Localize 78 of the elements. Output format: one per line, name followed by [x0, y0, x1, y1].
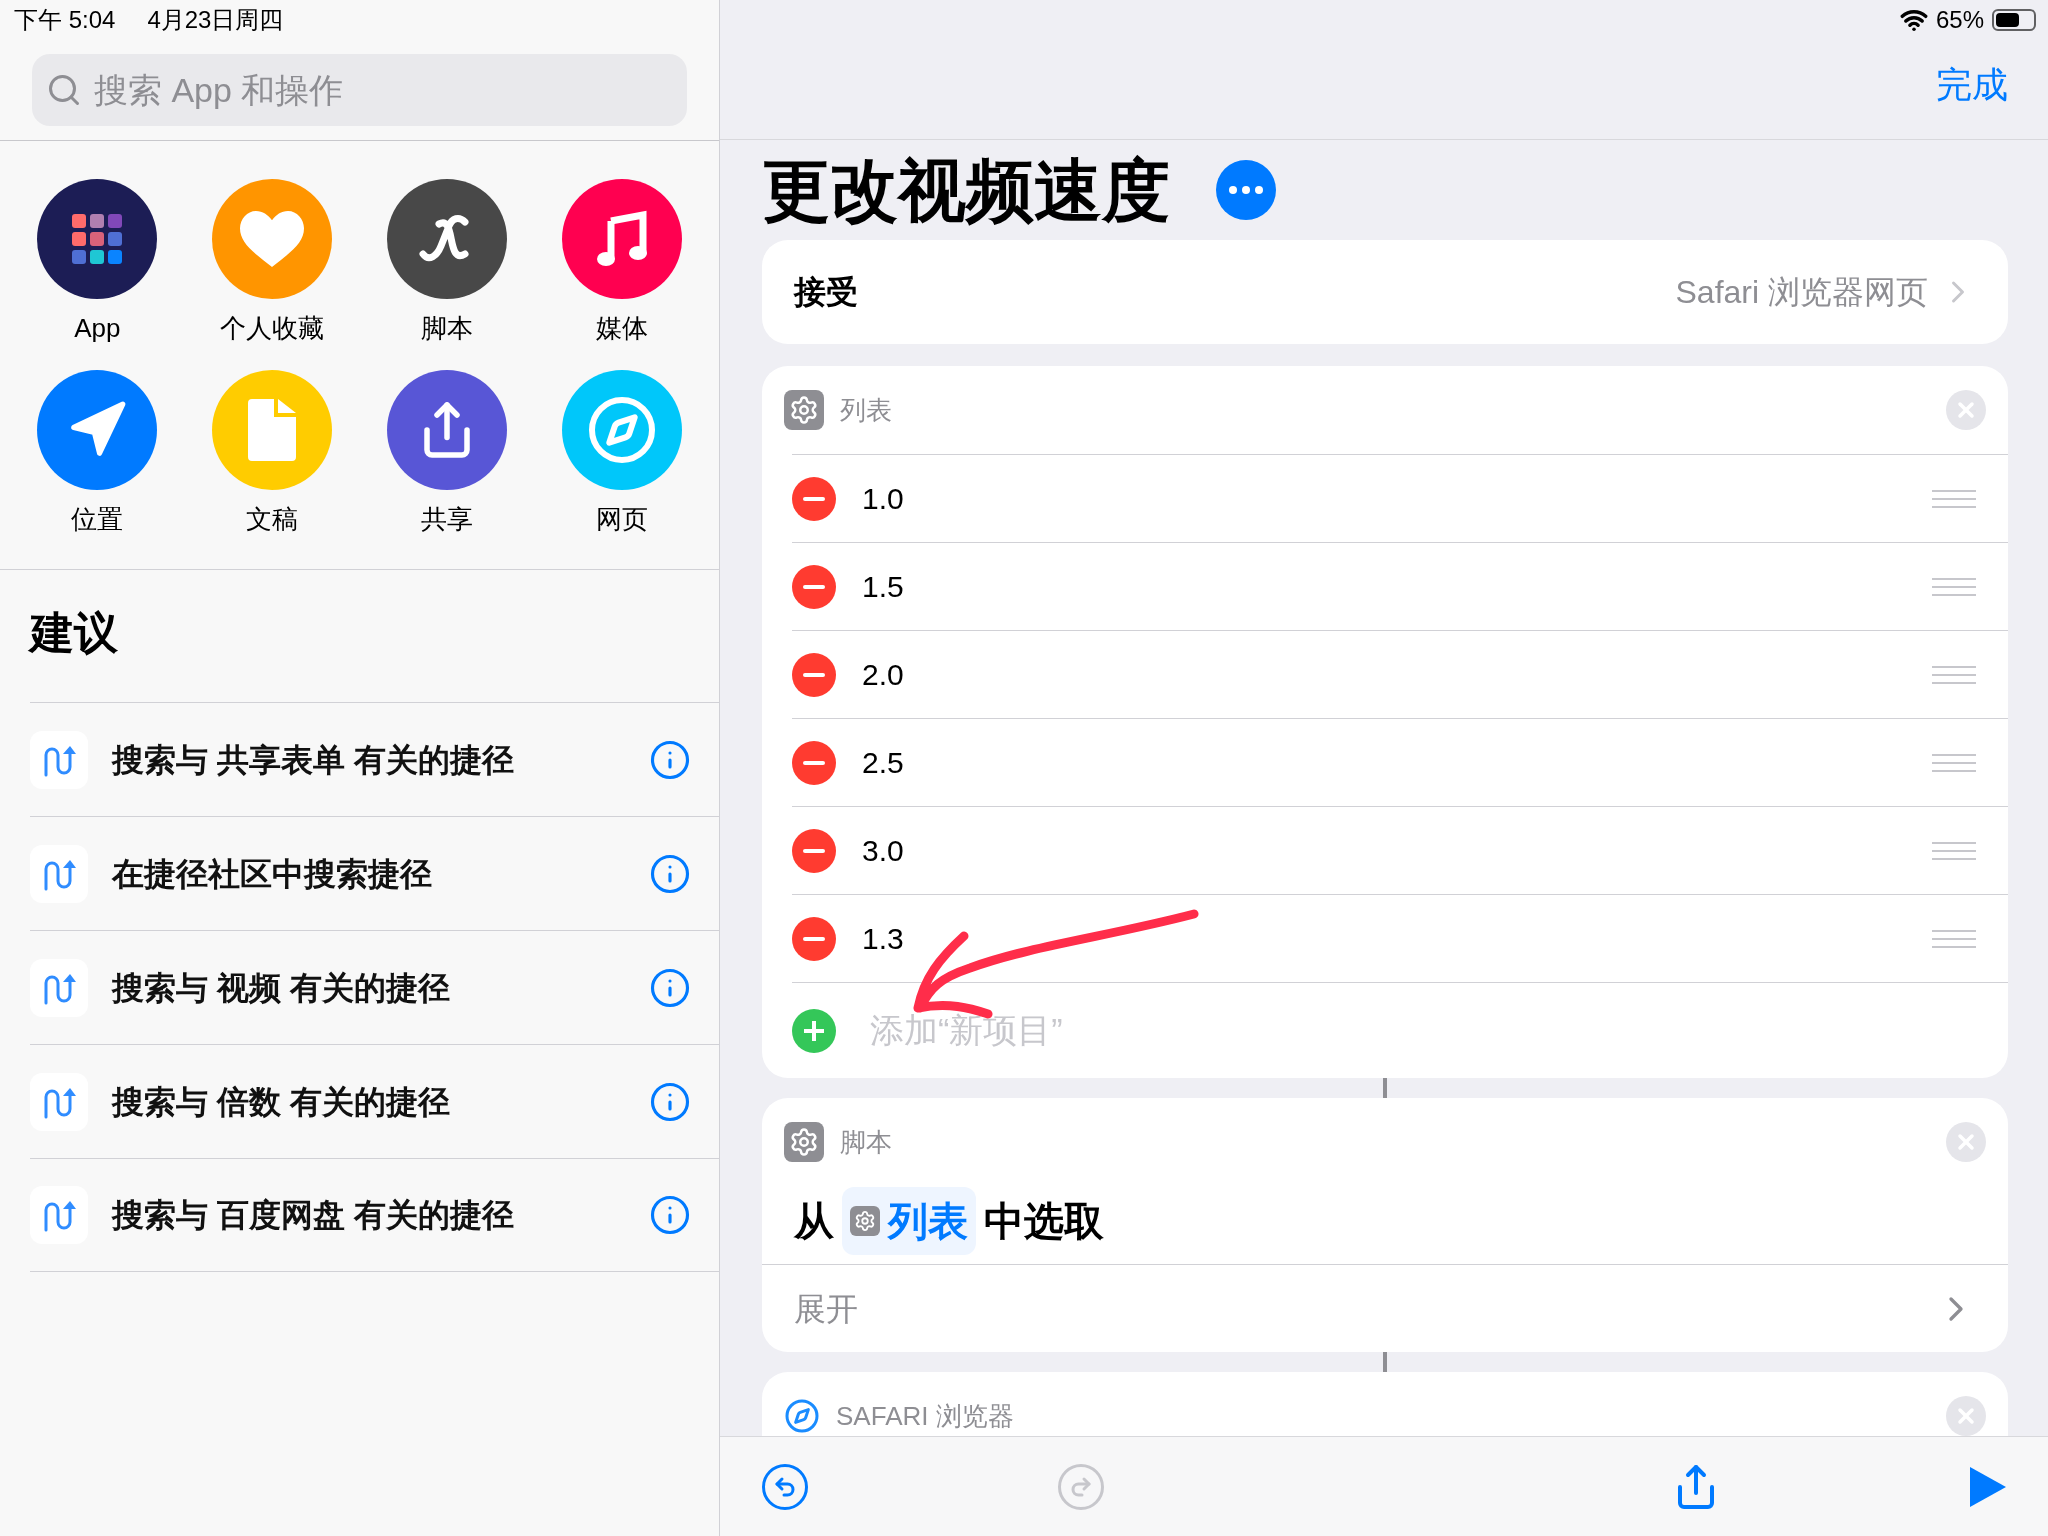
category-label: 共享: [420, 503, 473, 536]
info-icon[interactable]: [649, 738, 691, 781]
app-grid-icon: [72, 214, 123, 264]
drag-handle-icon[interactable]: [1932, 840, 1976, 861]
action-category: 脚本: [840, 1125, 892, 1159]
list-item-value: 3.0: [862, 833, 904, 869]
suggestion-item[interactable]: 搜索与 视频 有关的捷径: [30, 930, 719, 1044]
drag-handle-icon[interactable]: [1932, 576, 1976, 597]
remove-item-button[interactable]: [792, 740, 836, 785]
category-label: App: [74, 312, 121, 345]
shortcut-icon: [30, 1072, 88, 1131]
shortcut-icon: [30, 958, 88, 1017]
heart-icon: [240, 211, 305, 267]
play-icon[interactable]: [1970, 1466, 2006, 1507]
suggestion-item[interactable]: 搜索与 百度网盘 有关的捷径: [30, 1158, 719, 1272]
category-label: 脚本: [420, 312, 473, 345]
category-label: 网页: [595, 503, 648, 536]
plus-icon: [802, 1018, 826, 1043]
list-item-value: 2.5: [862, 745, 904, 781]
drag-handle-icon[interactable]: [1932, 664, 1976, 685]
battery-icon: [1992, 9, 2036, 31]
variable-token[interactable]: 列表: [842, 1187, 976, 1255]
section-heading: 建议: [30, 608, 118, 657]
search-field[interactable]: 搜索 App 和操作: [32, 54, 687, 126]
done-button[interactable]: 完成: [1936, 57, 2008, 112]
gear-icon: [784, 390, 824, 430]
shortcut-icon: [30, 1186, 88, 1244]
music-note-icon: [596, 209, 647, 269]
suggestion-label: 搜索与 百度网盘 有关的捷径: [112, 1196, 515, 1235]
shortcut-icon: [30, 730, 88, 789]
shortcut-title: 更改视频速度: [762, 151, 1170, 230]
shortcut-icon: [30, 844, 88, 903]
list-item-value: 1.0: [862, 481, 904, 517]
suggestion-item[interactable]: 在捷径社区中搜索捷径: [30, 816, 719, 930]
remove-item-button[interactable]: [792, 652, 836, 697]
receive-label: 接受: [794, 273, 858, 312]
list-item-value: 1.3: [862, 921, 904, 957]
list-item-value: 1.5: [862, 569, 904, 605]
variable-label: 列表: [888, 1198, 968, 1245]
gear-icon: [784, 1122, 824, 1162]
info-icon[interactable]: [649, 966, 691, 1009]
suggestion-label: 搜索与 共享表单 有关的捷径: [112, 740, 515, 780]
category-label: 位置: [71, 503, 124, 536]
drag-handle-icon[interactable]: [1932, 752, 1976, 773]
remove-item-button[interactable]: [792, 916, 836, 961]
receive-value: Safari 浏览器网页: [1675, 273, 1928, 312]
category-label: 媒体: [595, 312, 648, 345]
suggestion-label: 搜索与 视频 有关的捷径: [112, 968, 451, 1008]
compass-icon: [784, 1398, 820, 1434]
status-date: 4月23日周四: [147, 5, 284, 35]
action-category: 列表: [840, 393, 892, 427]
remove-item-button[interactable]: [792, 564, 836, 609]
drag-handle-icon[interactable]: [1932, 488, 1976, 509]
info-icon[interactable]: [649, 1080, 691, 1123]
suggestion-item[interactable]: 搜索与 共享表单 有关的捷径: [30, 702, 719, 816]
action-category: SAFARI 浏览器: [836, 1399, 1014, 1433]
status-time: 下午 5:04: [14, 5, 116, 35]
more-button[interactable]: [1216, 160, 1276, 220]
remove-item-button[interactable]: [792, 476, 836, 521]
drag-handle-icon[interactable]: [1932, 928, 1976, 949]
gear-icon: [850, 1206, 880, 1236]
add-item-button[interactable]: [792, 1008, 836, 1053]
info-icon[interactable]: [649, 1194, 691, 1236]
undo-button[interactable]: [762, 1463, 808, 1510]
category-label: 个人收藏: [220, 312, 325, 345]
info-icon[interactable]: [649, 852, 691, 895]
suggestion-item[interactable]: 搜索与 倍数 有关的捷径: [30, 1044, 719, 1158]
battery-percent: 65%: [1935, 5, 1984, 35]
receive-card[interactable]: 接受 Safari 浏览器网页: [762, 240, 2008, 344]
list-item-value: 2.0: [862, 657, 904, 693]
suggestion-label: 搜索与 倍数 有关的捷径: [112, 1082, 451, 1122]
action-text: 从: [794, 1198, 834, 1245]
remove-item-button[interactable]: [792, 828, 836, 873]
action-text: 中选取: [984, 1198, 1104, 1245]
search-icon: [46, 72, 82, 108]
category-label: 文稿: [246, 503, 299, 536]
suggestion-label: 在捷径社区中搜索捷径: [112, 854, 433, 894]
document-icon: [248, 399, 297, 461]
